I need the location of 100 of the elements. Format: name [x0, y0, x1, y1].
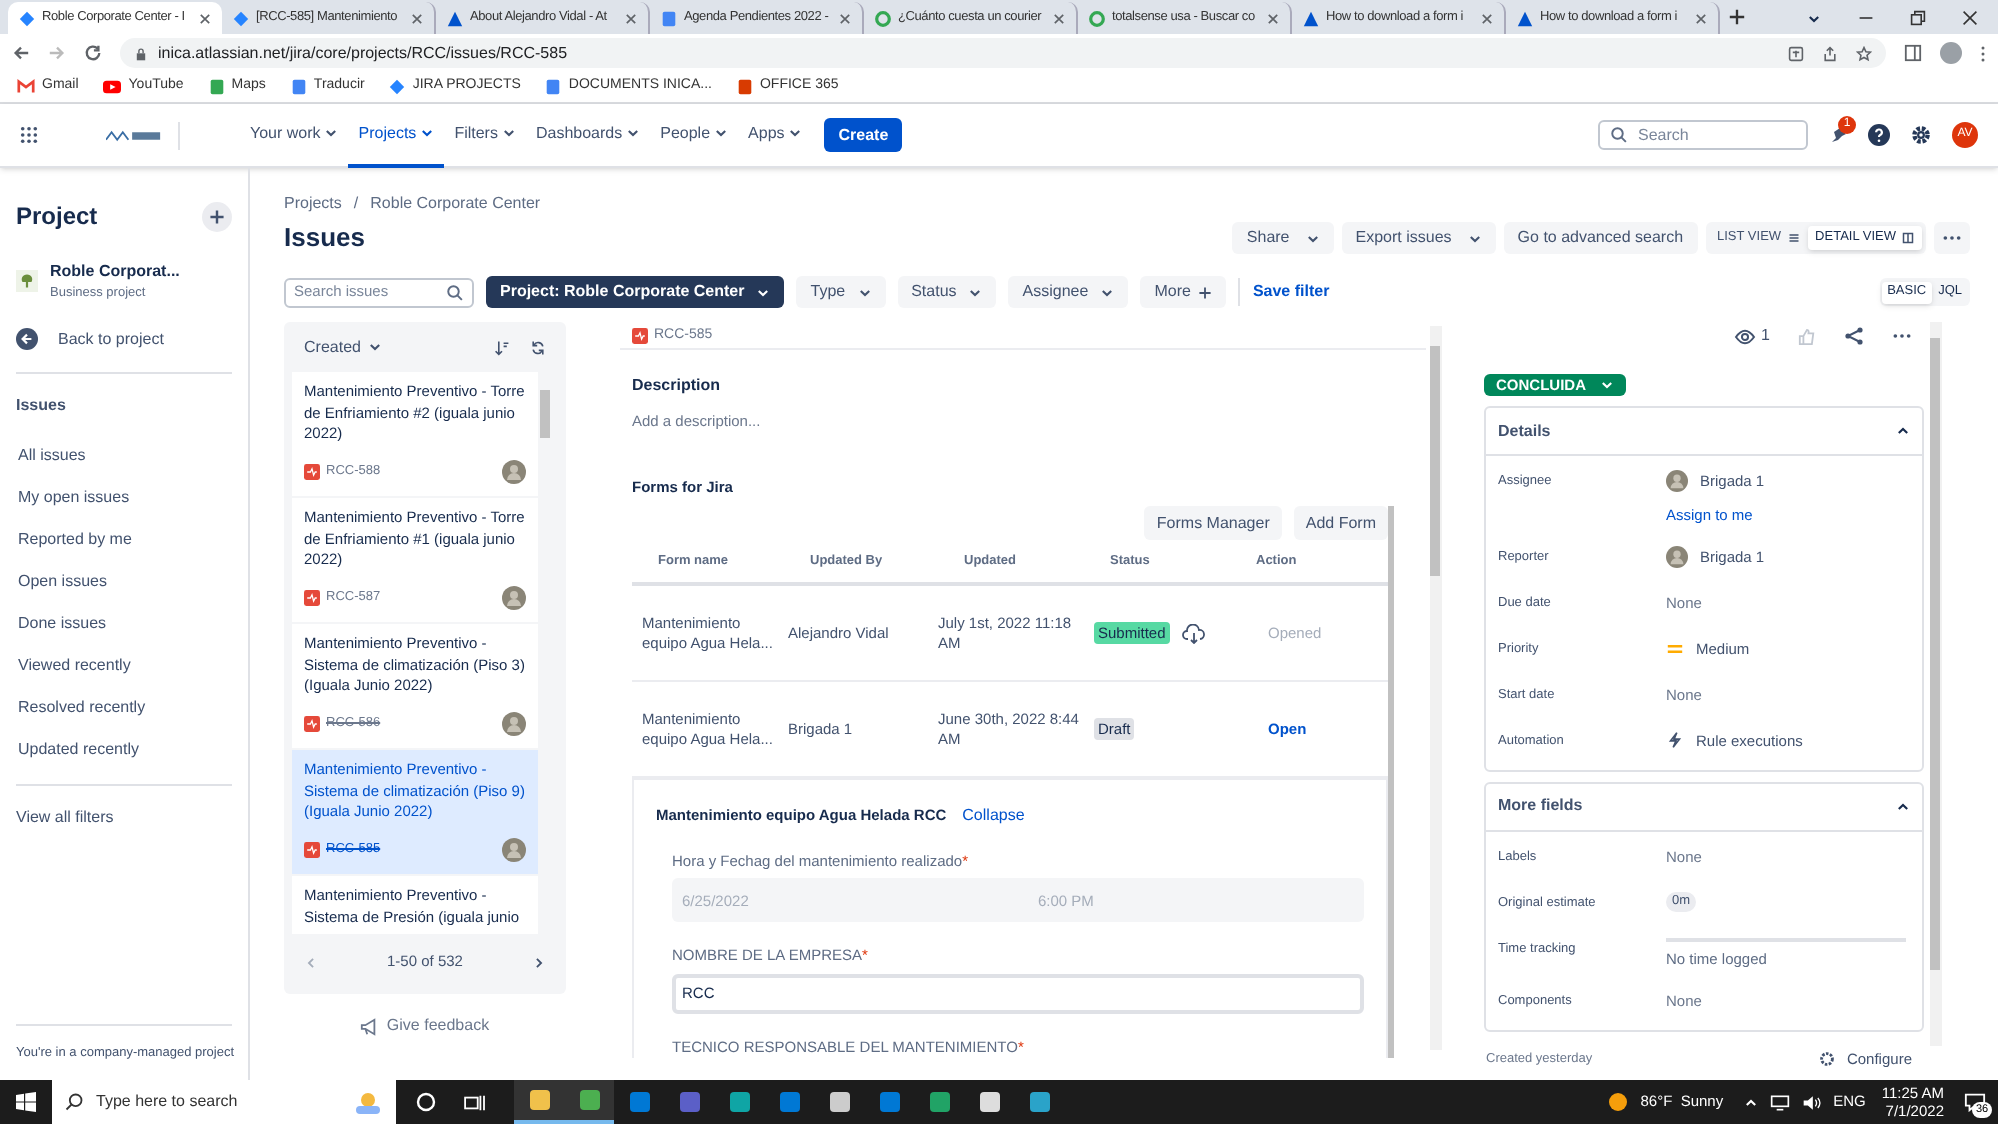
share-icon[interactable]: [1822, 45, 1838, 61]
breadcrumb-link[interactable]: Projects: [284, 192, 342, 216]
plus-icon: [1198, 285, 1213, 299]
page-title: Issues: [284, 220, 365, 257]
nav-menu[interactable]: People: [650, 103, 739, 167]
close-icon[interactable]: [624, 11, 638, 25]
triangle-icon: [446, 9, 464, 27]
more-options-icon[interactable]: [1980, 43, 1986, 63]
nav-menu[interactable]: Your work: [240, 103, 349, 167]
translate-icon[interactable]: [1788, 45, 1804, 61]
scrollbar[interactable]: [1430, 326, 1442, 1050]
chevron-up-icon[interactable]: [1743, 1095, 1758, 1109]
cloud-download-icon[interactable]: [1181, 623, 1206, 643]
sidebar-item[interactable]: Viewed recently: [16, 653, 232, 696]
close-icon[interactable]: [838, 11, 852, 25]
nav-menu[interactable]: Filters: [444, 103, 526, 167]
nav-menu[interactable]: Dashboards: [525, 103, 651, 167]
speaker-icon[interactable]: [1801, 1093, 1822, 1111]
diamond-icon: [18, 9, 36, 27]
collapse-link[interactable]: Collapse: [962, 804, 1025, 828]
close-icon[interactable]: [1266, 11, 1280, 25]
chevron-icon[interactable]: [1806, 11, 1822, 25]
sidebar-item[interactable]: Resolved recently: [16, 695, 232, 738]
close-icon[interactable]: [410, 11, 424, 25]
add-icon[interactable]: [202, 201, 232, 231]
sidebar-item[interactable]: Updated recently: [16, 737, 232, 780]
issue-type-icon: [304, 842, 320, 858]
document-icon: [735, 78, 754, 96]
sidebar-item[interactable]: Reported by me: [16, 527, 232, 570]
filter-dropdown[interactable]: Project: Roble Corporate Center: [486, 276, 785, 308]
filter-dropdown[interactable]: Status: [897, 276, 997, 308]
sidebar-item[interactable]: All issues: [16, 443, 232, 486]
avatar-icon: [502, 586, 526, 610]
back-arrow-icon: [16, 328, 38, 351]
advanced-search-button[interactable]: Go to advanced search: [1503, 222, 1698, 254]
chevron-up-icon[interactable]: [1896, 799, 1910, 814]
nav-menu[interactable]: Apps: [738, 103, 813, 167]
network-icon[interactable]: [1769, 1093, 1790, 1111]
sidebar-item[interactable]: Open issues: [16, 569, 232, 612]
address-bar[interactable]: inica.atlassian.net/jira/core/projects/RCC/issues/RCC-585: [120, 38, 1886, 68]
windows-logo-icon[interactable]: [16, 1092, 36, 1112]
share-icon[interactable]: [1844, 326, 1864, 346]
chevron-down-icon: [1467, 231, 1482, 245]
close-icon[interactable]: [1480, 11, 1494, 25]
issue-type-icon: [304, 464, 320, 480]
dropdown-button[interactable]: Share: [1232, 222, 1334, 254]
save-filter-link[interactable]: Save filter: [1252, 280, 1330, 304]
task-view-icon[interactable]: [464, 1093, 486, 1111]
sort-dropdown[interactable]: Created: [304, 335, 383, 359]
taskbar-search-field[interactable]: Type here to search: [52, 1080, 396, 1124]
app-grid-icon[interactable]: [20, 126, 38, 144]
diamond-icon: [388, 78, 407, 96]
more-button[interactable]: [1934, 222, 1970, 254]
lightning-icon: [1666, 730, 1684, 751]
form-button[interactable]: Add Form: [1293, 506, 1388, 540]
help-icon[interactable]: [1868, 124, 1890, 146]
reload-icon[interactable]: [84, 44, 102, 62]
back-arrow-icon[interactable]: [12, 44, 30, 62]
star-icon[interactable]: [1856, 45, 1872, 61]
settings-icon[interactable]: [1910, 124, 1932, 146]
watch-button[interactable]: 1: [1733, 324, 1770, 348]
more-filters-button[interactable]: More: [1140, 276, 1227, 308]
thumbs-up-icon[interactable]: [1798, 327, 1816, 345]
form-button[interactable]: Forms Manager: [1144, 506, 1282, 540]
sort-order-icon[interactable]: [494, 339, 510, 355]
plus-icon[interactable]: [1728, 8, 1746, 26]
tree-logo-icon: [16, 270, 38, 293]
scrollbar[interactable]: [1930, 322, 1942, 1046]
close-icon[interactable]: [1052, 11, 1066, 25]
profile-avatar-icon[interactable]: [1940, 42, 1962, 64]
chevron-down-icon: [714, 126, 729, 140]
taskbar-app[interactable]: [514, 1080, 564, 1124]
filter-dropdown[interactable]: Type: [796, 276, 886, 308]
avatar-icon: [502, 460, 526, 484]
close-icon[interactable]: [1694, 11, 1708, 25]
create-button[interactable]: Create: [824, 118, 903, 152]
more-icon[interactable]: [1892, 332, 1912, 340]
restore-icon[interactable]: [1910, 10, 1926, 26]
dropdown-button[interactable]: Export issues: [1341, 222, 1496, 254]
close-icon[interactable]: [1962, 10, 1978, 26]
search-icon: [64, 1092, 84, 1112]
document-icon: [207, 78, 226, 96]
back-link[interactable]: Back to project: [16, 327, 232, 374]
search-field[interactable]: Search: [1598, 120, 1808, 150]
breadcrumb-link[interactable]: Roble Corporate Center: [370, 192, 541, 216]
circle-icon[interactable]: [416, 1092, 436, 1112]
filter-dropdown[interactable]: Assignee: [1008, 276, 1129, 308]
nav-menu[interactable]: Projects: [348, 103, 445, 167]
refresh-icon[interactable]: [530, 339, 546, 355]
feedback-link[interactable]: Give feedback: [284, 1014, 566, 1038]
chevron-up-icon[interactable]: [1896, 424, 1910, 439]
sidebar-item[interactable]: My open issues: [16, 485, 232, 528]
taskbar-app[interactable]: [564, 1080, 614, 1124]
side-panel-icon[interactable]: [1904, 44, 1922, 62]
close-icon[interactable]: [198, 11, 212, 25]
project-name[interactable]: Roble Corporat...: [50, 260, 180, 284]
sidebar-item[interactable]: Done issues: [16, 611, 232, 654]
chevron-down-icon: [857, 285, 872, 299]
sidebar-item[interactable]: View all filters: [16, 805, 232, 830]
chevron-right-icon[interactable]: [531, 955, 546, 969]
